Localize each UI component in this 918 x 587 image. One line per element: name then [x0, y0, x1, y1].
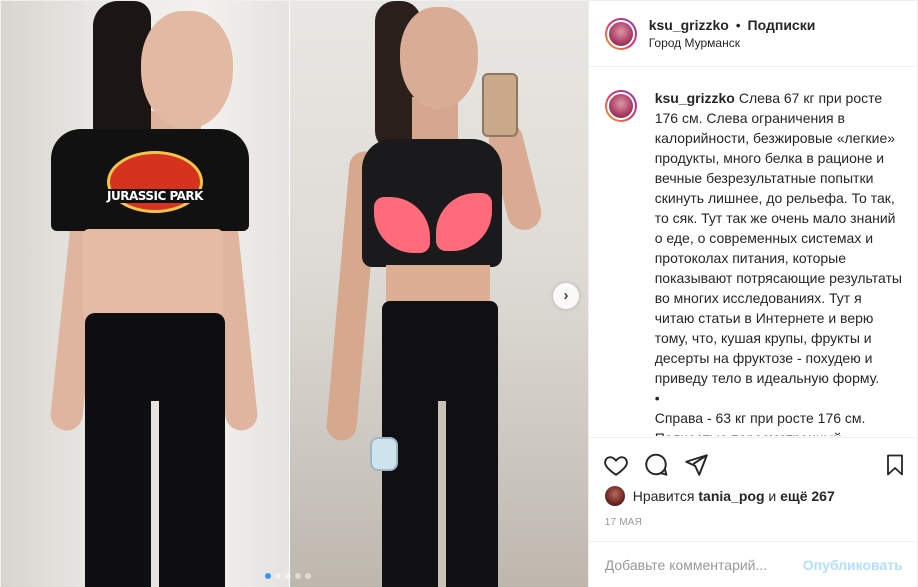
publish-button[interactable]: Опубликовать — [803, 557, 903, 573]
figure-face — [400, 7, 478, 109]
figure-torso — [83, 229, 223, 321]
caption-username-link[interactable]: ksu_grizzko — [655, 90, 735, 106]
likes-text: Нравится tania_pog и ещё 267 — [633, 488, 835, 504]
avatar-image — [604, 486, 625, 506]
carousel-dot — [285, 573, 291, 579]
water-bottle — [370, 437, 398, 471]
heart-icon[interactable] — [603, 452, 631, 480]
caption-bullet: • — [654, 390, 660, 406]
post-media-carousel[interactable]: JURASSIC PARK › — [1, 1, 588, 587]
comment-icon[interactable] — [643, 452, 671, 480]
avatar-image — [606, 92, 635, 120]
jurassic-park-logo — [107, 151, 203, 213]
liker-username-link[interactable]: tania_pog — [698, 488, 764, 504]
figure-leg-gap — [151, 401, 159, 587]
avatar-image — [606, 19, 635, 48]
carousel-dot — [305, 573, 311, 579]
likes-middle: и — [768, 488, 777, 504]
photo-before: JURASSIC PARK — [1, 1, 289, 587]
caption-text: Слева 67 кг при росте 176 см. Слева огра… — [654, 90, 902, 386]
chevron-right-icon[interactable]: › — [553, 283, 579, 309]
caption-avatar[interactable] — [604, 90, 637, 122]
likes-summary: Нравится tania_pog и ещё 267 — [604, 486, 835, 506]
carousel-dot — [295, 573, 301, 579]
username-link[interactable]: ksu_grizzko — [649, 17, 729, 33]
carousel-dot — [265, 573, 271, 579]
post-actions-bar — [588, 437, 918, 493]
caption-text-2: Справа - 63 кг при росте 176 см. Полност… — [654, 410, 866, 436]
figure-face — [141, 11, 233, 129]
likes-prefix: Нравится — [632, 488, 695, 504]
instagram-post: JURASSIC PARK › ksu_grizzko • Подписки Г… — [0, 0, 918, 587]
following-button[interactable]: Подписки — [748, 17, 816, 33]
carousel-dot — [275, 573, 281, 579]
liker-avatar[interactable] — [604, 486, 625, 506]
add-comment-bar: Опубликовать — [588, 541, 918, 587]
header-text: ksu_grizzko • Подписки Город Мурманск — [649, 16, 816, 51]
smartphone — [482, 73, 518, 137]
figure-leg-gap — [438, 401, 446, 587]
header-separator: • — [735, 17, 741, 33]
location-link[interactable]: Город Мурманск — [649, 35, 816, 51]
jurassic-park-text: JURASSIC PARK — [99, 189, 211, 203]
post-caption: ksu_grizzko Слева 67 кг при росте 176 см.… — [655, 88, 903, 436]
photo-after — [290, 1, 588, 587]
bookmark-icon[interactable] — [883, 452, 911, 480]
likes-count-link[interactable]: ещё 267 — [780, 488, 835, 504]
avatar[interactable] — [604, 17, 637, 50]
post-side-panel: ksu_grizzko • Подписки Город Мурманск ks… — [587, 1, 918, 587]
header-line: ksu_grizzko • Подписки — [649, 16, 816, 34]
share-icon[interactable] — [683, 452, 711, 480]
comment-input[interactable] — [604, 556, 803, 573]
post-header: ksu_grizzko • Подписки Город Мурманск — [588, 1, 918, 67]
carousel-indicator — [265, 573, 311, 579]
post-date[interactable]: 17 мая — [605, 517, 642, 528]
comments-scroll-area[interactable]: ksu_grizzko Слева 67 кг при росте 176 см.… — [589, 68, 918, 436]
